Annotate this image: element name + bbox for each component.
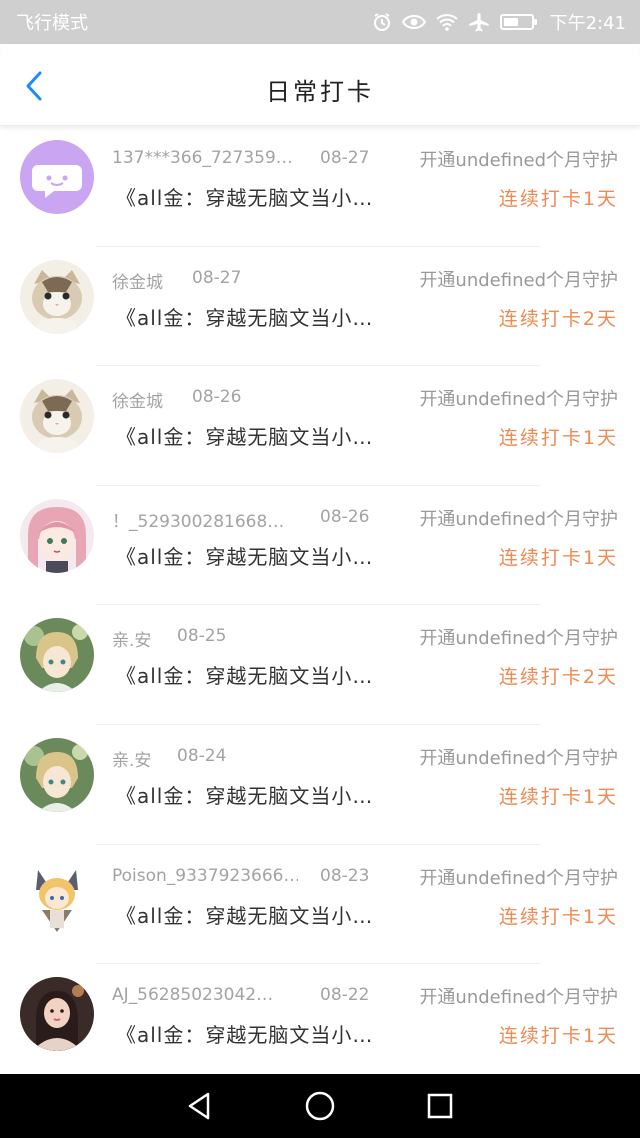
streak-label: 连续打卡1天	[498, 785, 618, 808]
streak-label: 连续打卡2天	[498, 307, 618, 330]
streak-label: 连续打卡1天	[498, 905, 618, 928]
avatar[interactable]	[20, 737, 94, 812]
status-icons: 下午2:41	[372, 9, 626, 35]
checkin-date: 08-26	[192, 387, 242, 408]
list-item[interactable]: 137***366_727359… 08-27 开通undefined个月守护《al…	[0, 127, 640, 247]
book-title[interactable]: 《all金：穿越无脑文当小…	[116, 780, 373, 809]
user-name: 137***366_727359…	[112, 148, 293, 168]
nav-recents-icon	[427, 1093, 453, 1119]
streak-label: 连续打卡2天	[498, 666, 618, 689]
checkin-date: 08-23	[320, 865, 370, 886]
list-item[interactable]: 亲.安 08-24 开通undefined个月守护《all金：穿越无脑文当小… 连续打…	[0, 725, 640, 845]
user-name: 徐金城	[112, 392, 163, 413]
book-title[interactable]: 《all金：穿越无脑文当小…	[116, 182, 373, 211]
book-title[interactable]: 《all金：穿越无脑文当小…	[116, 1019, 373, 1048]
header-bar: 日常打卡	[0, 44, 640, 126]
user-name: ！_529300281668…	[112, 511, 285, 532]
status-time: 下午2:41	[549, 13, 626, 34]
nav-back-icon	[188, 1092, 210, 1120]
book-title[interactable]: 《all金：穿越无脑文当小…	[116, 541, 373, 570]
airplane-icon	[468, 12, 490, 32]
list-item[interactable]: AJ_56285023042… 08-22 开通undefined个月守护《all金…	[0, 964, 640, 1084]
nav-home-icon	[305, 1091, 335, 1121]
user-name: AJ_56285023042…	[112, 985, 274, 1006]
book-title[interactable]: 《all金：穿越无脑文当小…	[116, 421, 373, 450]
book-title[interactable]: 《all金：穿越无脑文当小…	[116, 660, 373, 689]
avatar[interactable]	[20, 857, 94, 932]
list-item[interactable]: Poison_9337923666… 08-23 开通undefined个月守护《a…	[0, 845, 640, 965]
checkin-date: 08-24	[177, 745, 227, 766]
wifi-icon	[435, 13, 458, 31]
guard-info: 开通undefined个月守护	[419, 987, 618, 1009]
streak-label: 连续打卡1天	[498, 546, 618, 569]
checkin-date: 08-22	[320, 985, 370, 1006]
checkin-date: 08-25	[177, 626, 227, 647]
user-name: Poison_9337923666…	[112, 865, 298, 886]
nav-back-button[interactable]	[178, 1084, 222, 1128]
guard-info: 开通undefined个月守护	[419, 269, 618, 291]
user-name: 亲.安	[112, 750, 152, 771]
avatar[interactable]	[20, 498, 94, 573]
guard-info: 开通undefined个月守护	[419, 508, 618, 530]
nav-recents-button[interactable]	[418, 1084, 462, 1128]
checkin-date: 08-27	[320, 148, 370, 168]
book-title[interactable]: 《all金：穿越无脑文当小…	[116, 302, 373, 331]
checkin-date: 08-27	[192, 267, 242, 288]
list-item[interactable]: 徐金城 08-26 开通undefined个月守护《all金：穿越无脑文当小… 连续打…	[0, 366, 640, 486]
page-title: 日常打卡	[266, 78, 374, 106]
list-item[interactable]: ！_529300281668… 08-26 开通undefined个月守护《all金…	[0, 486, 640, 606]
nav-home-button[interactable]	[298, 1084, 342, 1128]
streak-label: 连续打卡1天	[498, 427, 618, 450]
guard-info: 开通undefined个月守护	[419, 628, 618, 650]
battery-fill	[503, 18, 518, 26]
guard-info: 开通undefined个月守护	[419, 747, 618, 769]
avatar[interactable]	[20, 977, 94, 1052]
status-bar: 飞行模式 下午2:41	[0, 0, 640, 44]
guard-info: 开通undefined个月守护	[419, 867, 618, 889]
user-name: 亲.安	[112, 631, 152, 652]
checkin-list: 137***366_727359… 08-27 开通undefined个月守护 《al…	[0, 127, 640, 1084]
list-item[interactable]: 徐金城 08-27 开通undefined个月守护《all金：穿越无脑文当小… 连续打…	[0, 247, 640, 367]
airplane-mode-label: 飞行模式	[16, 13, 88, 34]
avatar[interactable]	[20, 379, 94, 454]
battery-icon	[499, 14, 537, 30]
avatar[interactable]	[20, 140, 94, 214]
book-title[interactable]: 《all金：穿越无脑文当小…	[116, 900, 373, 929]
list-item[interactable]: 亲.安 08-25 开通undefined个月守护《all金：穿越无脑文当小… 连续打…	[0, 605, 640, 725]
avatar[interactable]	[20, 259, 94, 334]
streak-label: 连续打卡1天	[498, 188, 618, 210]
checkin-date: 08-26	[320, 506, 370, 527]
guard-info: 开通undefined个月守护	[419, 389, 618, 411]
user-name: 徐金城	[112, 272, 163, 293]
streak-label: 连续打卡1天	[498, 1025, 618, 1048]
avatar[interactable]	[20, 618, 94, 693]
system-nav-bar	[0, 1074, 640, 1138]
eye-comfort-icon	[401, 13, 426, 31]
alarm-icon	[372, 12, 392, 32]
guard-info: 开通undefined个月守护	[419, 150, 618, 171]
